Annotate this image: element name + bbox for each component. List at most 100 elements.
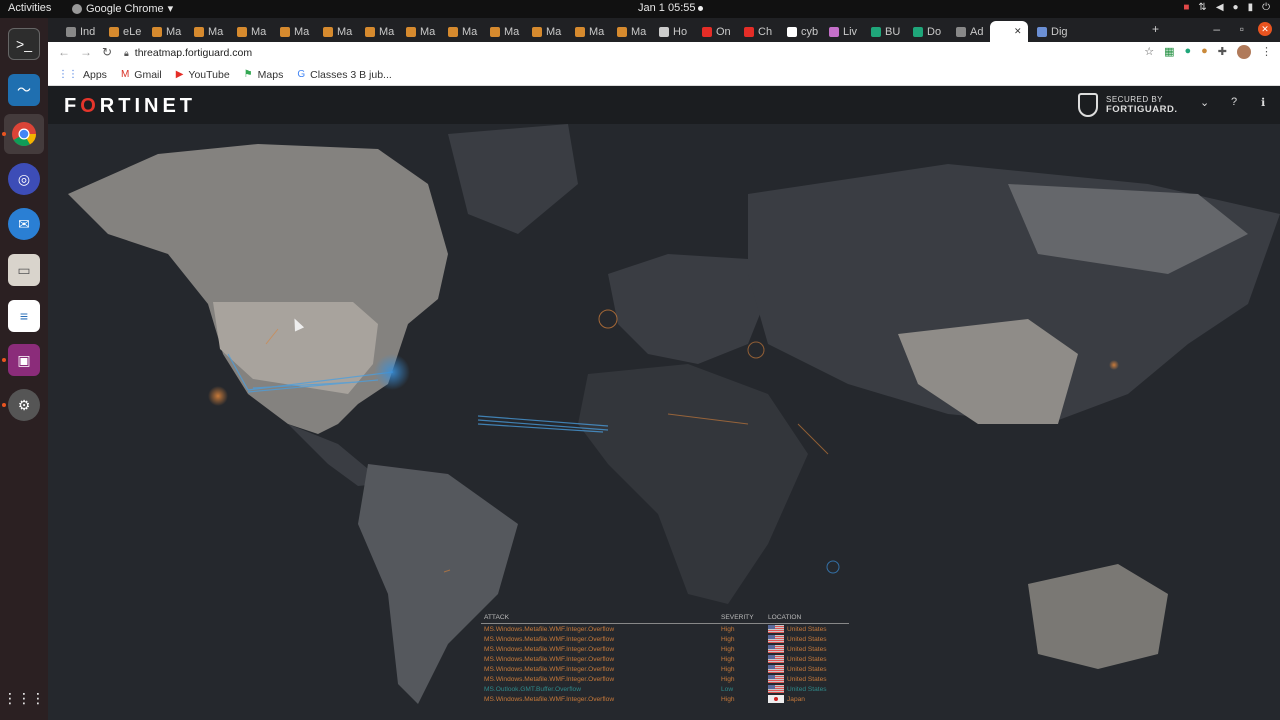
browser-tab[interactable]: Ch <box>738 21 778 42</box>
microphone-icon[interactable]: ● <box>1233 2 1239 13</box>
volume-icon[interactable]: ◀ <box>1216 2 1224 13</box>
bookmark-youtube[interactable]: ▶ YouTube <box>176 69 230 81</box>
attack-name: MS.Outlook.GMT.Buffer.Overflow <box>484 685 581 693</box>
chrome-dock-icon[interactable] <box>4 114 44 154</box>
lock-icon[interactable]: 🔒︎ <box>124 48 129 59</box>
us-flag-icon <box>768 655 784 663</box>
browser-tab[interactable]: Ma <box>317 21 357 42</box>
minimize-icon[interactable]: – <box>1213 22 1220 36</box>
clock[interactable]: Jan 1 05:55 <box>638 2 696 14</box>
extensions-puzzle-icon[interactable]: ✚ <box>1218 45 1227 59</box>
us-flag-icon <box>768 635 784 643</box>
browser-tab[interactable]: Ma <box>442 21 482 42</box>
browser-tab[interactable]: BU <box>865 21 905 42</box>
fortiguard-label: FORTIGUARD. <box>1106 104 1178 115</box>
close-tab-icon[interactable]: ✕ <box>1014 26 1022 37</box>
new-tab-plus-icon[interactable]: + <box>1152 22 1159 36</box>
us-flag-icon <box>768 625 784 633</box>
settings-gear-icon[interactable]: ⚙ <box>8 389 40 421</box>
screen-recording-icon[interactable]: ■ <box>1183 2 1189 13</box>
bookmark-classes[interactable]: G Classes 3 B jub... <box>297 69 391 81</box>
attack-column-header: ATTACK <box>484 614 510 621</box>
close-window-icon[interactable]: ✕ <box>1258 22 1272 36</box>
activities-button[interactable]: Activities <box>8 2 51 14</box>
k-icon <box>871 26 881 37</box>
chrome-menu-icon[interactable]: ⋮ <box>1261 45 1272 59</box>
reload-icon[interactable]: ↻ <box>102 45 112 59</box>
network-icon[interactable]: ⇅ <box>1198 2 1206 13</box>
attack-hotspot-west-us <box>208 386 228 406</box>
terminal-icon[interactable]: >_ <box>8 28 40 60</box>
browser-tab[interactable]: Ma <box>359 21 399 42</box>
app-menu-label: Google Chrome <box>86 2 164 15</box>
attack-location: United States <box>787 685 827 693</box>
attack-name: MS.Windows.Metafile.WMF.Integer.Overflow <box>484 645 615 653</box>
us-flag-icon <box>768 675 784 683</box>
browser-tab[interactable]: Ma <box>569 21 609 42</box>
battery-icon[interactable]: ▮ <box>1248 2 1254 13</box>
browser-tab[interactable]: ✕ <box>990 21 1028 42</box>
threat-map-page: FORTINET SECURED BY FORTIGUARD. ⌄ ? ℹ AT… <box>48 86 1280 720</box>
pidgin-icon[interactable]: ◎ <box>8 163 40 195</box>
browser-tab[interactable]: Ma <box>231 21 271 42</box>
thunderbird-icon[interactable]: ✉ <box>8 208 40 240</box>
bookmark-maps[interactable]: ⚑ Maps <box>244 69 284 81</box>
system-tray[interactable]: ■ ⇅ ◀ ● ▮ ⏻ <box>1183 2 1270 13</box>
browser-tab[interactable]: Dig <box>1031 21 1071 42</box>
show-apps-grid-icon[interactable]: ⋮⋮⋮ <box>3 682 45 714</box>
browser-tab[interactable]: Ma <box>400 21 440 42</box>
system-monitor-icon[interactable]: 〜 <box>8 74 40 106</box>
google-icon: G <box>297 69 306 80</box>
tab-label: Ma <box>504 25 520 38</box>
browser-tab[interactable]: Ma <box>274 21 314 42</box>
bookmark-apps[interactable]: ⋮⋮ Apps <box>58 69 107 81</box>
maximize-icon[interactable]: ▫ <box>1240 22 1244 36</box>
attack-location: United States <box>787 665 827 673</box>
attack-location: United States <box>787 625 827 633</box>
sheets-extension-icon[interactable]: ▦ <box>1164 45 1174 59</box>
info-icon[interactable]: ℹ <box>1261 96 1265 109</box>
browser-tab[interactable]: Ma <box>146 21 186 42</box>
profile-avatar[interactable] <box>1237 45 1251 59</box>
location-extension-icon[interactable]: ● <box>1184 45 1191 59</box>
youtube-icon <box>702 26 712 37</box>
running-indicator-icon <box>2 132 6 136</box>
browser-tab[interactable]: Ma <box>484 21 524 42</box>
attack-row: MS.Windows.Metafile.WMF.Integer.Overflow… <box>481 664 849 674</box>
browser-tab[interactable]: Ma <box>526 21 566 42</box>
chevron-down-icon[interactable]: ⌄ <box>1200 96 1209 109</box>
power-icon[interactable]: ⏻ <box>1262 2 1270 13</box>
browser-tab[interactable]: On <box>696 21 736 42</box>
fortinet-logo[interactable]: FORTINET <box>64 95 196 118</box>
location-cell: United States <box>768 645 849 653</box>
url-text[interactable]: threatmap.fortiguard.com <box>135 47 252 59</box>
tab-label: eLe <box>123 25 142 38</box>
browser-tab[interactable]: Ho <box>653 21 693 42</box>
app-menu[interactable]: Google Chrome ▾ <box>72 2 173 15</box>
bookmark-star-icon[interactable]: ☆ <box>1144 45 1154 59</box>
gmail-icon: M <box>120 69 130 80</box>
tab-label: BU <box>885 25 901 38</box>
help-icon[interactable]: ? <box>1231 96 1237 108</box>
attack-location: Japan <box>787 695 805 703</box>
browser-tab[interactable]: Ind <box>60 21 100 42</box>
address-bar[interactable]: 🔒︎ threatmap.fortiguard.com <box>124 44 252 62</box>
files-icon[interactable]: ▭ <box>8 254 40 286</box>
bookmark-gmail[interactable]: M Gmail <box>121 69 162 81</box>
browser-tab[interactable]: cyb <box>781 21 821 42</box>
browser-tab[interactable]: eLe <box>103 21 143 42</box>
browser-tab[interactable]: Do <box>907 21 947 42</box>
screen-recorder-icon[interactable]: ▣ <box>8 344 40 376</box>
youtube-icon <box>744 26 754 37</box>
page <box>956 26 966 37</box>
browser-tab[interactable]: Liv <box>823 21 863 42</box>
severity-column-header: SEVERITY <box>721 614 754 621</box>
browser-tab[interactable]: Ma <box>611 21 651 42</box>
writer-icon[interactable]: ≡ <box>8 300 40 332</box>
browser-tab[interactable]: Ad <box>950 21 990 42</box>
cookie-extension-icon[interactable]: ● <box>1201 45 1208 59</box>
browser-tab[interactable]: Ma <box>188 21 228 42</box>
back-arrow-icon[interactable]: ← <box>58 45 70 59</box>
location-cell: United States <box>768 675 849 683</box>
forward-arrow-icon[interactable]: → <box>80 45 92 59</box>
